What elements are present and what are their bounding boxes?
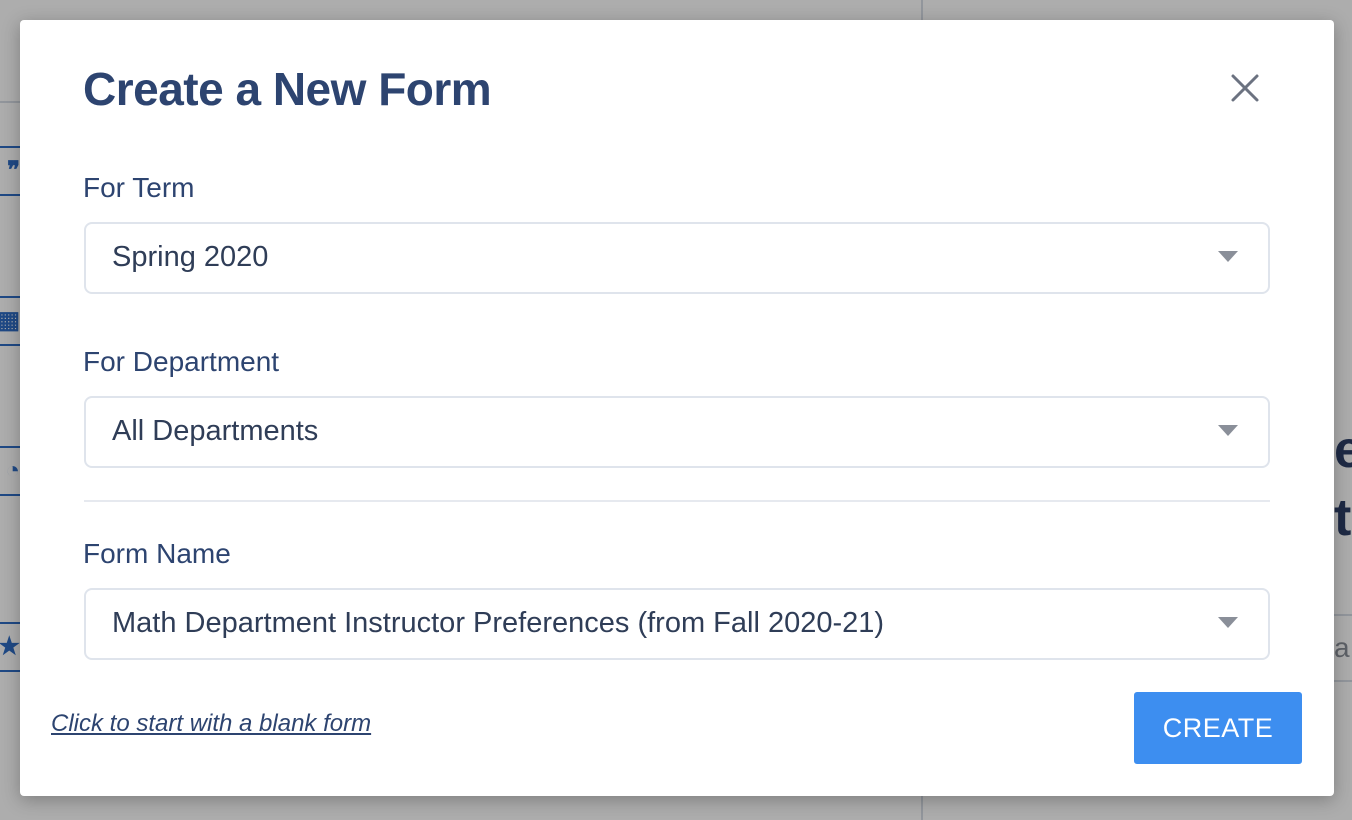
chevron-down-icon [1218,617,1238,628]
close-button[interactable] [1223,66,1267,110]
term-label: For Term [83,172,195,203]
form-name-select[interactable]: Math Department Instructor Preferences (… [84,588,1270,660]
blank-form-link[interactable]: Click to start with a blank form [51,710,371,738]
department-selected-value: All Departments [112,415,319,447]
form-name-label: Form Name [83,538,231,569]
department-select[interactable]: All Departments [84,396,1270,468]
close-icon [1231,74,1259,102]
modal-title: Create a New Form [83,63,492,115]
term-selected-value: Spring 2020 [112,241,269,273]
create-form-modal: Create a New Form For Term Spring 2020 F… [20,20,1334,796]
section-divider [84,500,1270,502]
term-select[interactable]: Spring 2020 [84,222,1270,294]
department-label: For Department [83,346,280,377]
chevron-down-icon [1218,425,1238,436]
form-name-selected-value: Math Department Instructor Preferences (… [112,607,885,639]
chevron-down-icon [1218,251,1238,262]
create-button[interactable]: CREATE [1134,692,1302,764]
